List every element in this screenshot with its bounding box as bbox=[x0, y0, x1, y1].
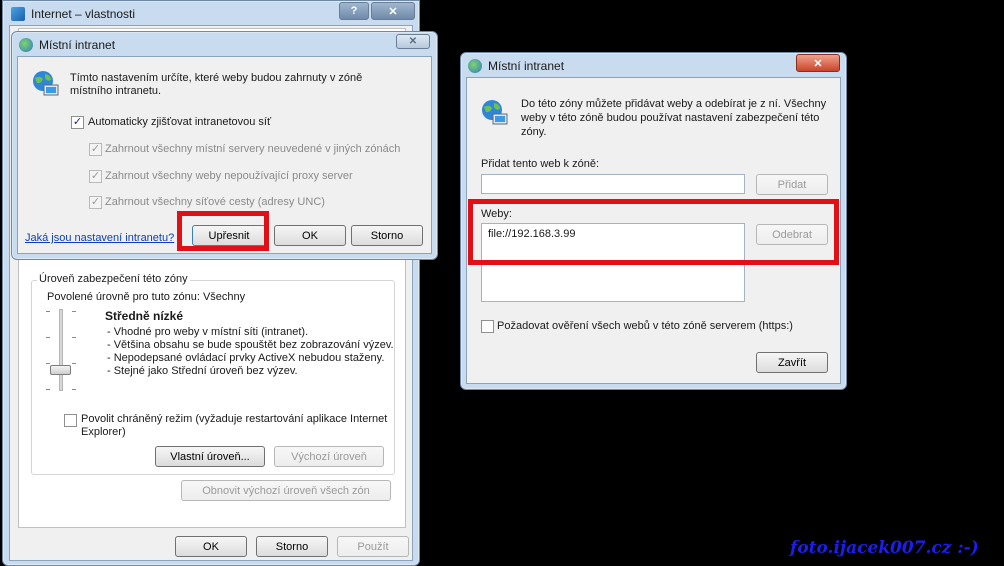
add-site-button[interactable]: Přidat bbox=[756, 174, 828, 195]
help-button[interactable]: ? bbox=[339, 2, 369, 20]
include-no-proxy-label: Zahrnout všechny weby nepoužívající prox… bbox=[105, 170, 353, 182]
level-bullet-2: - Většina obsahu se bude spouštět bez zo… bbox=[107, 339, 394, 351]
description-line-2: místního intranetu. bbox=[70, 85, 162, 97]
add-site-label: Přidat tento web k zóně: bbox=[481, 158, 600, 170]
require-https-checkbox[interactable] bbox=[481, 320, 494, 333]
level-bullet-1: - Vhodné pro weby v místní síti (intrane… bbox=[107, 326, 309, 338]
intranet-help-link[interactable]: Jaká jsou nastavení intranetu? bbox=[25, 232, 174, 244]
close-icon: ✕ bbox=[813, 57, 823, 70]
auto-detect-checkbox[interactable]: ✓ bbox=[71, 116, 84, 129]
include-no-proxy-checkbox[interactable]: ✓ bbox=[89, 170, 102, 183]
reset-all-zones-button[interactable]: Obnovit výchozí úroveň všech zón bbox=[181, 480, 391, 501]
default-level-button[interactable]: Výchozí úroveň bbox=[274, 446, 384, 467]
ok-button[interactable]: OK bbox=[175, 536, 247, 557]
security-level-name: Středně nízké bbox=[105, 309, 184, 323]
dialog-title: Místní intranet bbox=[39, 38, 116, 52]
dialog-close-button[interactable]: ✕ bbox=[396, 34, 430, 49]
protected-mode-label-2: Explorer) bbox=[81, 426, 126, 438]
include-local-label: Zahrnout všechny místní servery neuveden… bbox=[105, 143, 401, 155]
advanced-highlight-box bbox=[177, 211, 269, 251]
zone-level-group-label: Úroveň zabezpečení této zóny bbox=[37, 273, 190, 285]
description-line-3: zóny. bbox=[521, 126, 547, 138]
ok-button[interactable]: OK bbox=[274, 225, 346, 246]
custom-level-button[interactable]: Vlastní úroveň... bbox=[155, 446, 265, 467]
intranet-icon bbox=[19, 38, 33, 52]
close-icon: ✕ bbox=[408, 36, 418, 47]
include-unc-label: Zahrnout všechny síťové cesty (adresy UN… bbox=[105, 196, 325, 208]
help-icon: ? bbox=[350, 5, 358, 17]
globe-computer-icon bbox=[33, 71, 59, 96]
intranet-icon bbox=[468, 59, 482, 73]
apply-button[interactable]: Použít bbox=[337, 536, 409, 557]
include-local-checkbox[interactable]: ✓ bbox=[89, 143, 102, 156]
dialog-close-button[interactable]: ✕ bbox=[796, 54, 840, 72]
description-line-1: Do této zóny můžete přidávat weby a odeb… bbox=[521, 98, 827, 110]
close-dialog-button[interactable]: Zavřít bbox=[756, 352, 828, 373]
level-bullet-3: - Nepodepsané ovládací prvky ActiveX neb… bbox=[107, 352, 385, 364]
globe-computer-icon bbox=[482, 100, 508, 125]
close-button[interactable]: ✕ bbox=[371, 2, 415, 20]
slider-ticks bbox=[46, 311, 76, 391]
window-title: Internet – vlastnosti bbox=[31, 7, 136, 21]
cancel-button[interactable]: Storno bbox=[351, 225, 423, 246]
include-unc-checkbox[interactable]: ✓ bbox=[89, 196, 102, 209]
dialog-title: Místní intranet bbox=[488, 59, 565, 73]
allowed-levels-text: Povolené úrovně pro tuto zónu: Všechny bbox=[47, 291, 246, 303]
close-icon: ✕ bbox=[388, 5, 398, 18]
description-line-2: weby v této zóně budou používat nastaven… bbox=[521, 112, 820, 124]
websites-highlight-box bbox=[468, 199, 839, 265]
require-https-label: Požadovat ověření všech webů v této zóně… bbox=[497, 320, 793, 332]
auto-detect-label: Automaticky zjišťovat intranetovou síť bbox=[88, 116, 272, 128]
add-site-input[interactable] bbox=[481, 174, 745, 194]
level-bullet-4: - Stejné jako Střední úroveň bez výzev. bbox=[107, 365, 298, 377]
ie-properties-icon bbox=[11, 7, 25, 21]
protected-mode-label-1: Povolit chráněný režim (vyžaduje restart… bbox=[81, 413, 388, 425]
description-line-1: Tímto nastavením určíte, které weby budo… bbox=[70, 72, 363, 84]
cancel-button[interactable]: Storno bbox=[256, 536, 328, 557]
watermark-text: foto.ijacek007.cz :-) bbox=[790, 538, 979, 558]
protected-mode-checkbox[interactable] bbox=[64, 414, 77, 427]
